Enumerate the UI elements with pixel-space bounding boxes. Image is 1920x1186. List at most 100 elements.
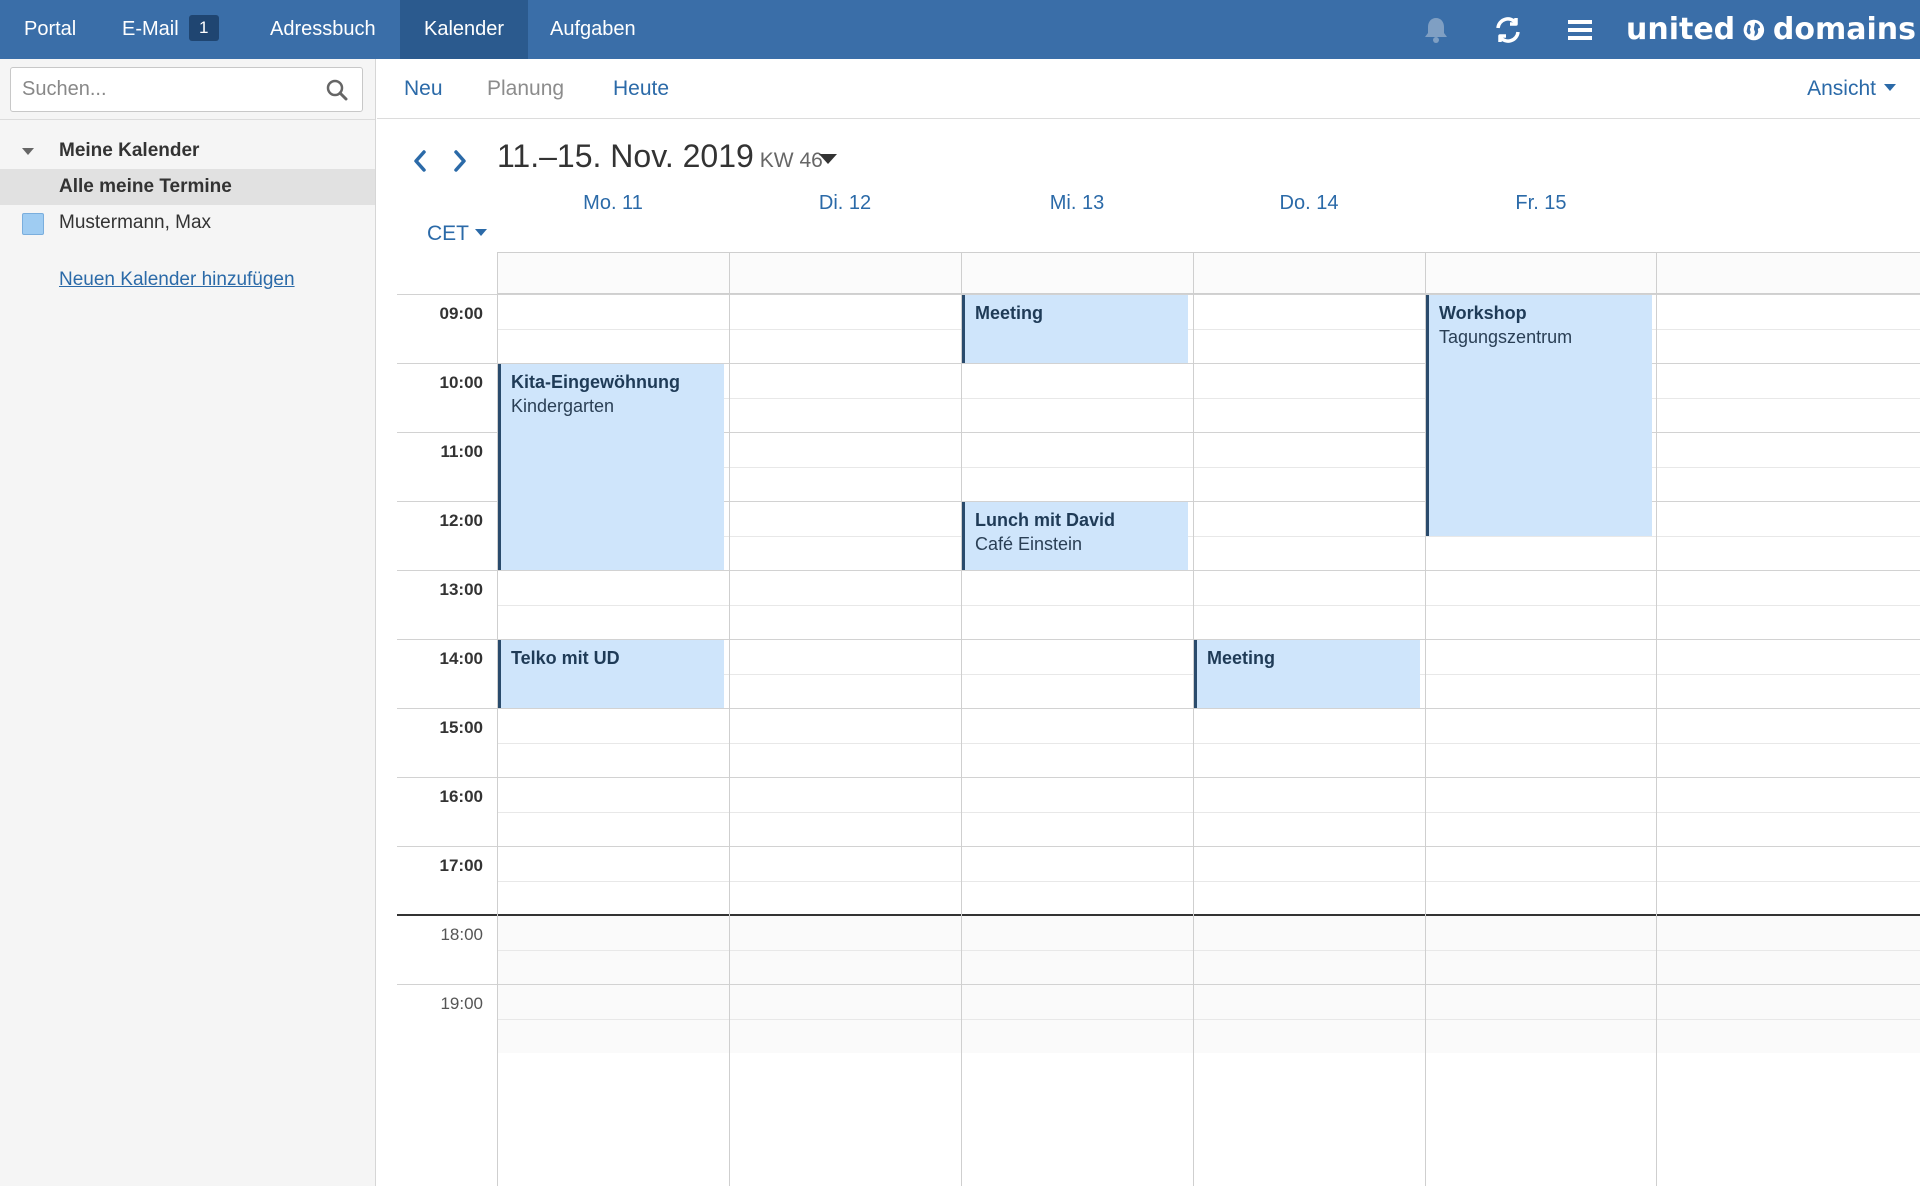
day-header-4[interactable]: Fr. 15 — [1399, 192, 1683, 215]
date-range-title[interactable]: 11.–15. Nov. 2019 KW 46 — [497, 138, 823, 175]
calendar-toolbar: Neu Planung Heute Ansicht — [377, 59, 1920, 119]
view-dropdown[interactable]: Ansicht — [1807, 59, 1896, 118]
sidebar: Meine Kalender Alle meine Termine Muster… — [0, 59, 376, 1186]
day-column-divider — [961, 252, 962, 1186]
nav-email-label: E-Mail — [122, 18, 179, 40]
calendar-event[interactable]: Telko mit UD — [498, 640, 724, 708]
planning-button[interactable]: Planung — [487, 59, 564, 118]
prev-week-button[interactable] — [407, 146, 433, 176]
search-icon[interactable] — [326, 79, 348, 101]
add-calendar-link[interactable]: Neuen Kalender hinzufügen — [59, 269, 295, 291]
hour-line — [397, 777, 1920, 778]
logo-text-left: united — [1626, 12, 1736, 47]
hour-row[interactable]: 13:00 — [397, 570, 1920, 639]
nav-addressbook-label: Adressbuch — [270, 18, 376, 40]
nav-email[interactable]: E-Mail 1 — [98, 0, 243, 59]
refresh-icon[interactable] — [1490, 12, 1526, 48]
calendar-event[interactable]: Kita-Eingewöhnung Kindergarten — [498, 364, 724, 570]
hour-label: 13:00 — [439, 580, 483, 599]
day-column-divider — [1656, 252, 1657, 1186]
date-range-label: 11.–15. Nov. 2019 — [497, 138, 754, 174]
view-label: Ansicht — [1807, 77, 1876, 100]
calendar-color-checkbox[interactable] — [22, 213, 44, 235]
email-unread-badge: 1 — [188, 14, 219, 41]
event-title: Workshop — [1439, 303, 1527, 323]
hour-line — [397, 984, 1920, 985]
logo-text-right: domains — [1772, 12, 1916, 47]
hour-label: 12:00 — [439, 511, 483, 530]
nav-portal[interactable]: Portal — [0, 0, 100, 59]
half-hour-line — [497, 949, 1920, 951]
calendar-event[interactable]: Workshop Tagungszentrum — [1426, 295, 1652, 536]
hour-row[interactable]: 17:00 — [397, 846, 1920, 915]
hour-row[interactable]: 18:00 — [397, 915, 1920, 984]
calendar-event[interactable]: Meeting — [962, 295, 1188, 363]
new-button[interactable]: Neu — [404, 59, 443, 118]
calendar-event[interactable]: Meeting — [1194, 640, 1420, 708]
event-location: Café Einstein — [975, 534, 1083, 554]
work-hours-end-line — [397, 914, 1920, 916]
hour-label: 10:00 — [439, 373, 483, 392]
hour-label: 17:00 — [439, 856, 483, 875]
hour-label: 19:00 — [440, 994, 483, 1013]
time-grid: 09:00 10:00 11:00 12:00 13:00 14:00 15:00 16:00… — [397, 252, 1920, 1186]
day-column-divider — [1193, 252, 1194, 1186]
sidebar-divider — [0, 119, 375, 120]
half-hour-line — [497, 811, 1920, 813]
timezone-label: CET — [427, 222, 469, 245]
hour-row[interactable]: 19:00 — [397, 984, 1920, 1053]
today-button[interactable]: Heute — [613, 59, 669, 118]
hour-line — [397, 846, 1920, 847]
event-title: Meeting — [1207, 648, 1276, 668]
timezone-dropdown[interactable]: CET — [427, 222, 487, 246]
search-input[interactable] — [11, 68, 311, 111]
bell-icon[interactable] — [1418, 12, 1454, 48]
event-title: Meeting — [975, 303, 1044, 323]
event-title: Lunch mit David — [975, 510, 1116, 530]
half-hour-line — [497, 742, 1920, 744]
menu-icon[interactable] — [1562, 12, 1598, 48]
calendar-item-label: Mustermann, Max — [59, 212, 212, 233]
hour-label: 15:00 — [439, 718, 483, 737]
chevron-right-icon — [454, 150, 466, 172]
search-box — [10, 67, 363, 112]
day-column-divider — [729, 252, 730, 1186]
next-week-button[interactable] — [447, 146, 473, 176]
half-hour-line — [497, 604, 1920, 606]
half-hour-line — [497, 328, 1920, 330]
globe-icon — [1743, 19, 1765, 41]
hour-label: 18:00 — [440, 925, 483, 944]
nav-calendar[interactable]: Kalender — [400, 0, 529, 59]
hour-line — [397, 708, 1920, 709]
all-appointments-item[interactable]: Alle meine Termine — [0, 169, 375, 205]
top-navigation-bar: Portal E-Mail 1 Adressbuch Kalender Aufga… — [0, 0, 1920, 59]
my-calendars-header[interactable]: Meine Kalender — [0, 135, 375, 167]
united-domains-logo: united domains — [1626, 8, 1916, 52]
nav-calendar-label: Kalender — [424, 18, 505, 40]
hour-label: 16:00 — [439, 787, 483, 806]
chevron-down-icon — [475, 228, 487, 236]
my-calendars-title: Meine Kalender — [59, 140, 200, 161]
event-title: Kita-Eingewöhnung — [511, 372, 680, 392]
event-location: Kindergarten — [511, 396, 615, 416]
hour-line — [397, 570, 1920, 571]
date-picker-caret-icon[interactable] — [819, 154, 837, 164]
hour-label: 14:00 — [439, 649, 483, 668]
nav-tasks-label: Aufgaben — [550, 18, 636, 40]
calendar-item-mustermann[interactable]: Mustermann, Max — [0, 205, 375, 241]
chevron-left-icon — [414, 150, 426, 172]
hour-row[interactable]: 16:00 — [397, 777, 1920, 846]
half-hour-line — [497, 880, 1920, 882]
half-hour-line — [497, 1018, 1920, 1020]
calendar-event[interactable]: Lunch mit David Café Einstein — [962, 502, 1188, 570]
all-day-row[interactable] — [497, 252, 1920, 294]
hour-label: 11:00 — [440, 442, 483, 461]
calendar-week-view: 11.–15. Nov. 2019 KW 46 CET 09:00 10:00 11:… — [377, 120, 1920, 1186]
hour-label: 09:00 — [439, 304, 483, 323]
week-number: KW 46 — [759, 149, 823, 172]
nav-addressbook[interactable]: Adressbuch — [246, 0, 400, 59]
hour-row[interactable]: 15:00 — [397, 708, 1920, 777]
nav-tasks[interactable]: Aufgaben — [526, 0, 660, 59]
collapse-caret-icon[interactable] — [22, 148, 34, 155]
chevron-down-icon — [1884, 83, 1896, 91]
